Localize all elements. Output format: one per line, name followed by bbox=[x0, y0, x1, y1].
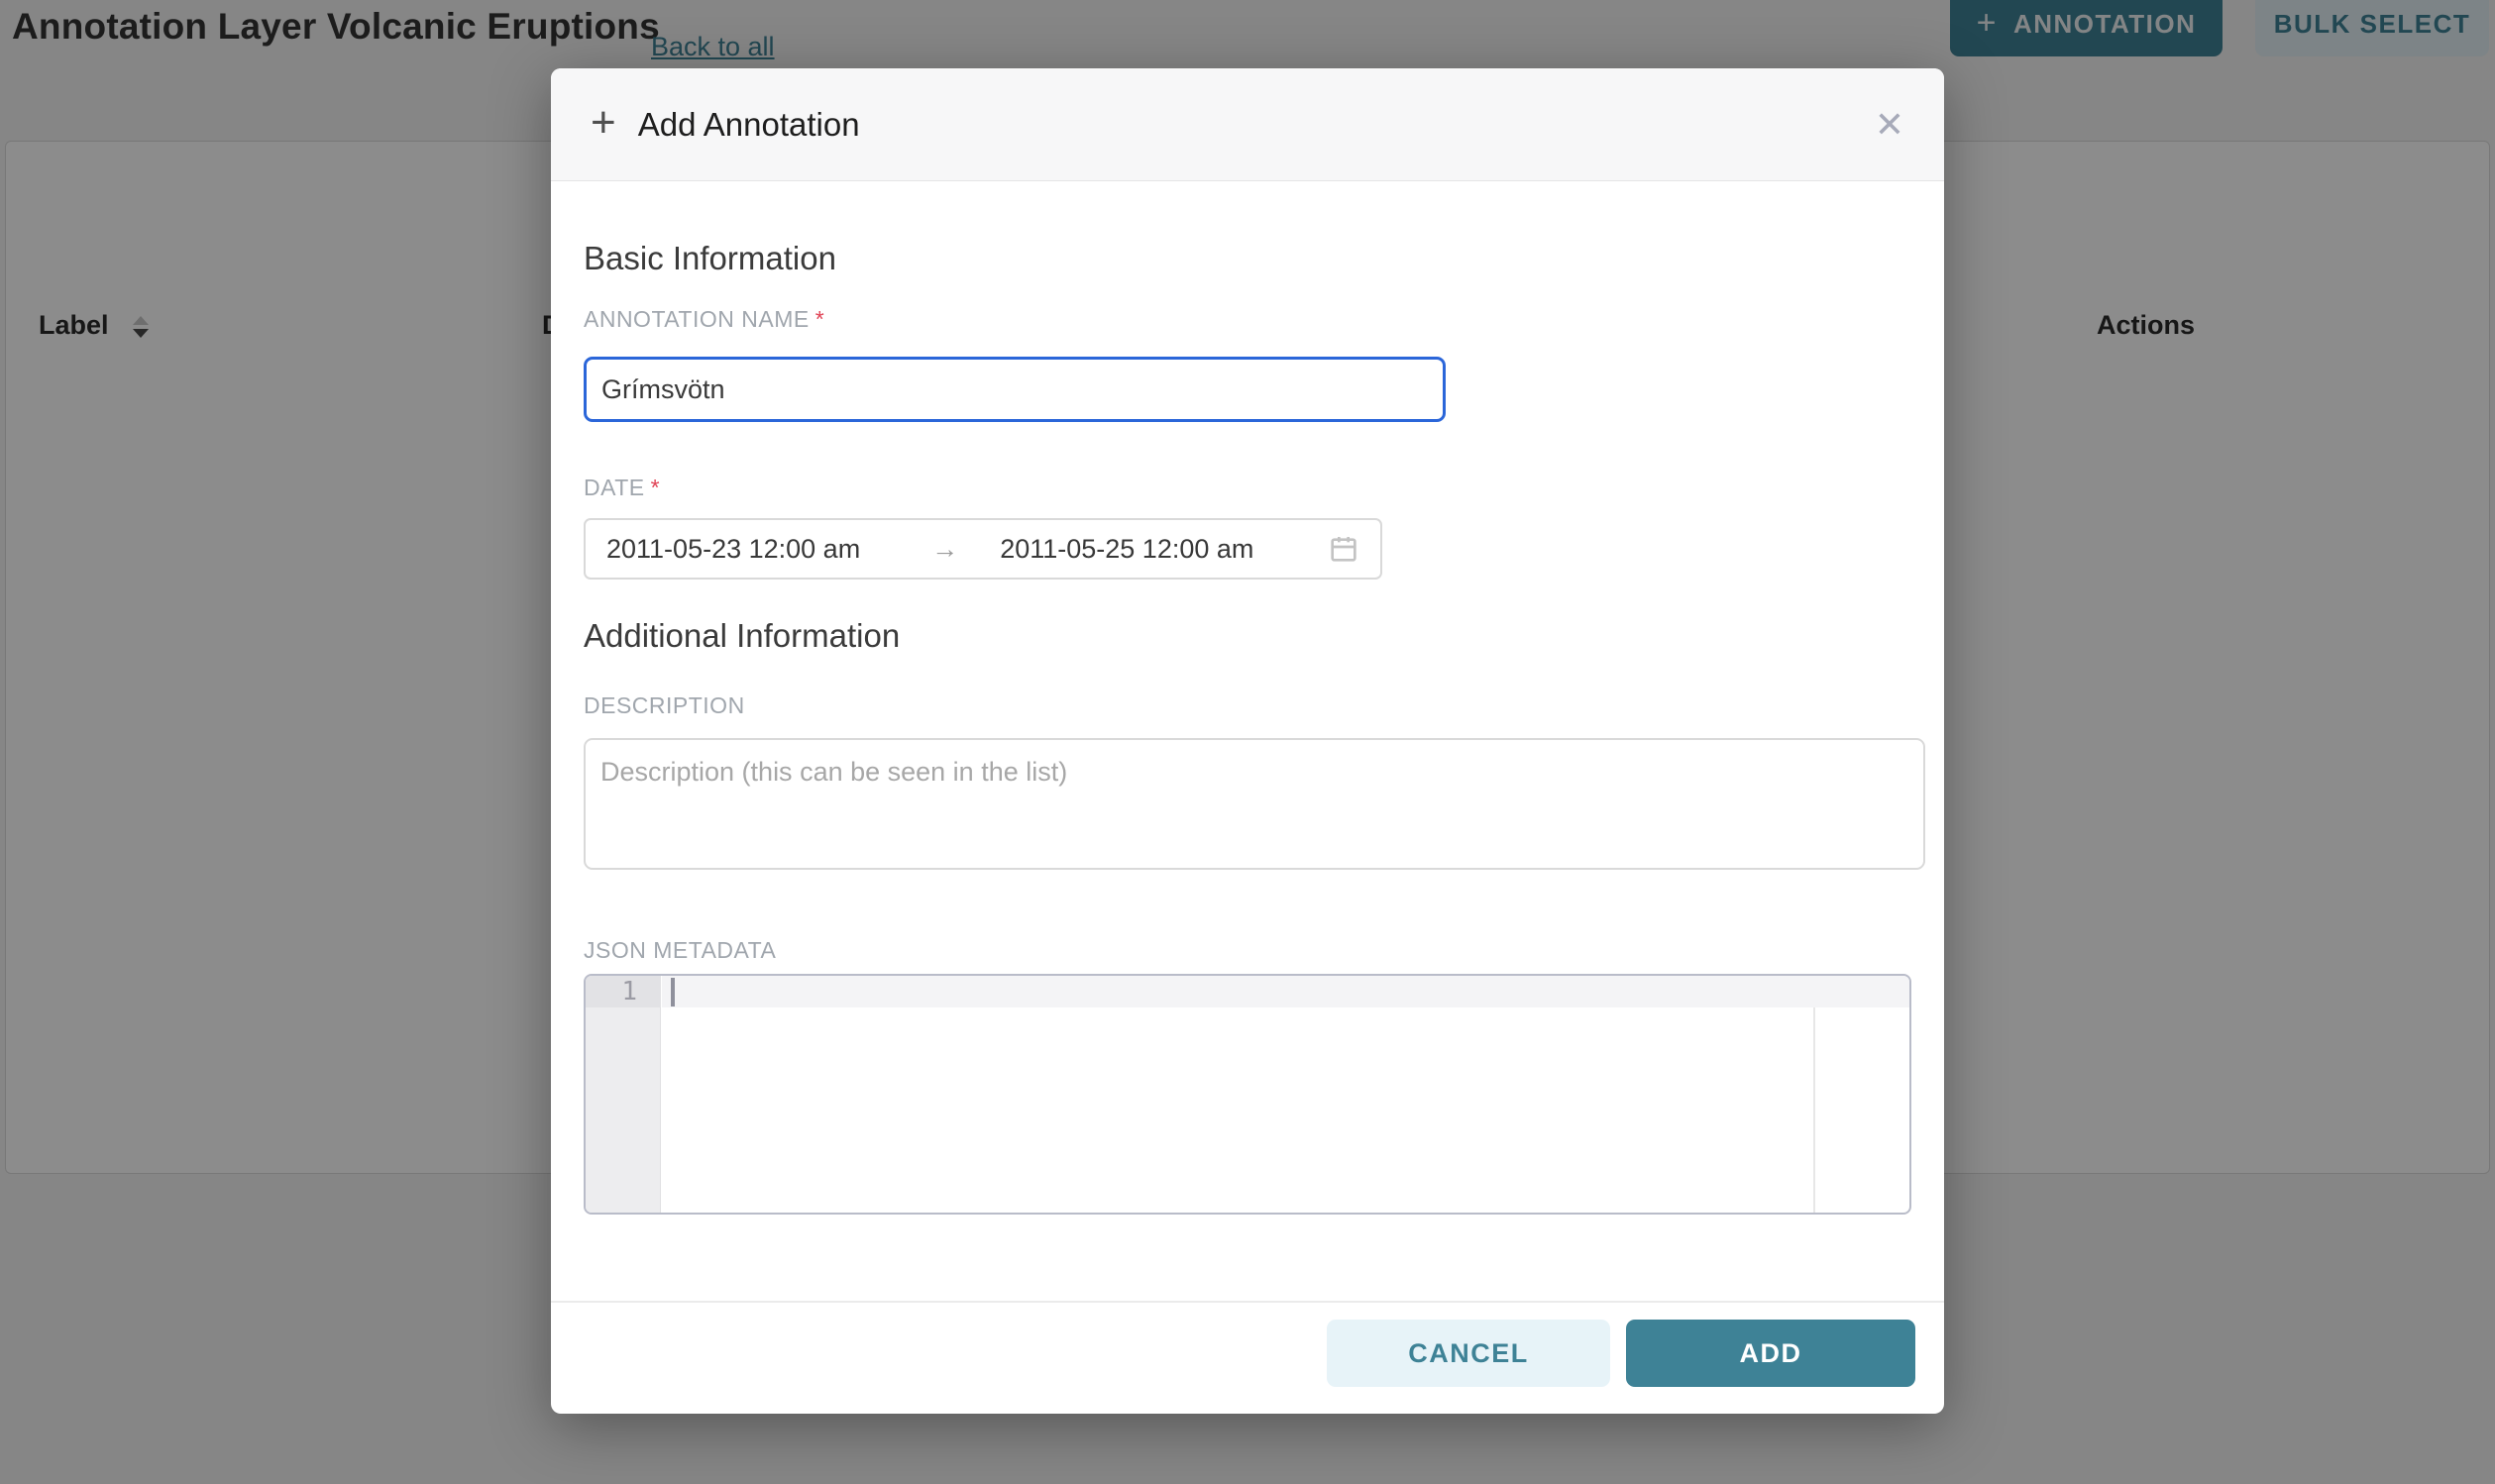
line-number: 1 bbox=[586, 976, 661, 1007]
close-icon[interactable]: ✕ bbox=[1875, 107, 1904, 143]
date-label: DATE* bbox=[584, 475, 660, 501]
arrow-right-icon: → bbox=[931, 534, 958, 565]
additional-information-heading: Additional Information bbox=[584, 617, 900, 655]
cancel-button[interactable]: CANCEL bbox=[1327, 1320, 1610, 1387]
add-annotation-modal: + Add Annotation ✕ Basic Information ANN… bbox=[551, 68, 1944, 1414]
basic-information-heading: Basic Information bbox=[584, 240, 836, 277]
json-metadata-editor[interactable]: 1 bbox=[584, 974, 1911, 1215]
plus-icon: + bbox=[591, 101, 616, 145]
annotation-name-label: ANNOTATION NAME* bbox=[584, 306, 824, 333]
date-end-value[interactable]: 2011-05-25 12:00 am bbox=[1000, 534, 1253, 565]
screen: Annotation Layer Volcanic Eruptions Back… bbox=[0, 0, 2495, 1484]
calendar-icon bbox=[1328, 533, 1359, 565]
add-button[interactable]: ADD bbox=[1626, 1320, 1915, 1387]
required-mark: * bbox=[815, 306, 824, 332]
modal-title: Add Annotation bbox=[638, 106, 860, 144]
json-metadata-label: JSON METADATA bbox=[584, 937, 776, 964]
description-textarea[interactable] bbox=[584, 738, 1925, 870]
editor-gutter-active-cell: 1 bbox=[586, 976, 661, 1007]
modal-header: + Add Annotation ✕ bbox=[551, 68, 1944, 181]
text-cursor bbox=[671, 978, 675, 1007]
date-start-value[interactable]: 2011-05-23 12:00 am bbox=[606, 534, 860, 565]
editor-gutter bbox=[586, 976, 661, 1213]
required-mark: * bbox=[651, 475, 660, 500]
editor-active-line bbox=[662, 976, 1909, 1007]
print-margin-line bbox=[1813, 1007, 1815, 1213]
description-label: DESCRIPTION bbox=[584, 692, 745, 719]
footer-divider bbox=[551, 1301, 1944, 1303]
annotation-name-input[interactable] bbox=[584, 357, 1446, 422]
date-range-picker[interactable]: 2011-05-23 12:00 am → 2011-05-25 12:00 a… bbox=[584, 518, 1382, 580]
